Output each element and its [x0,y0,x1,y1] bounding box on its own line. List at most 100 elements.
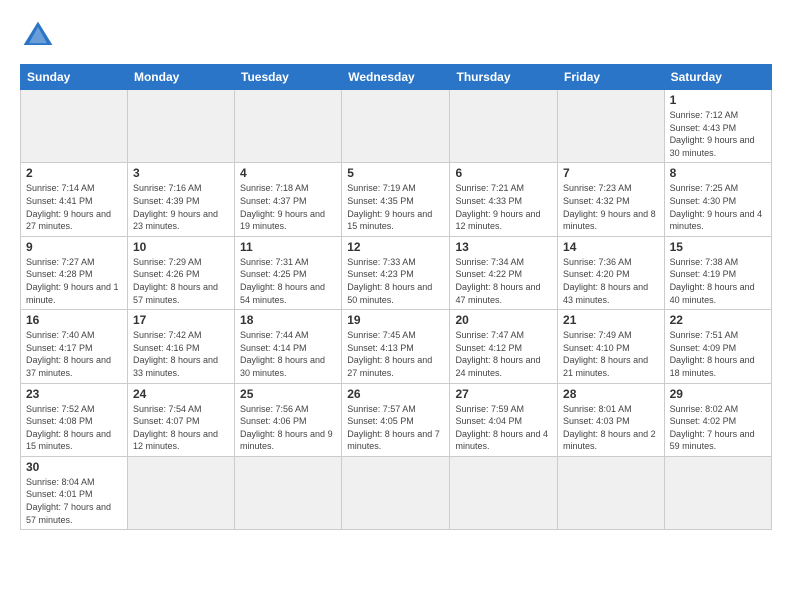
day-info: Sunrise: 8:02 AMSunset: 4:02 PMDaylight:… [670,403,766,453]
day-number: 3 [133,166,229,180]
day-info: Sunrise: 7:25 AMSunset: 4:30 PMDaylight:… [670,182,766,232]
day-info: Sunrise: 7:33 AMSunset: 4:23 PMDaylight:… [347,256,444,306]
calendar-cell [450,456,558,529]
calendar-cell [235,456,342,529]
day-number: 9 [26,240,122,254]
day-number: 16 [26,313,122,327]
day-number: 22 [670,313,766,327]
calendar-cell [21,90,128,163]
day-info: Sunrise: 7:36 AMSunset: 4:20 PMDaylight:… [563,256,659,306]
calendar-cell: 5Sunrise: 7:19 AMSunset: 4:35 PMDaylight… [342,163,450,236]
calendar-cell: 2 Sunrise: 7:14 AMSunset: 4:41 PMDaylight… [21,163,128,236]
day-number: 21 [563,313,659,327]
day-info: Sunrise: 7:27 AMSunset: 4:28 PMDaylight:… [26,256,122,306]
day-info: Sunrise: 8:01 AMSunset: 4:03 PMDaylight:… [563,403,659,453]
day-number: 7 [563,166,659,180]
day-number: 17 [133,313,229,327]
calendar-cell: 7Sunrise: 7:23 AMSunset: 4:32 PMDaylight… [558,163,665,236]
day-info: Sunrise: 7:57 AMSunset: 4:05 PMDaylight:… [347,403,444,453]
calendar-cell: 30 Sunrise: 8:04 AMSunset: 4:01 PMDayligh… [21,456,128,529]
calendar-cell: 14 Sunrise: 7:36 AMSunset: 4:20 PMDayligh… [558,236,665,309]
day-number: 18 [240,313,336,327]
day-info: Sunrise: 7:38 AMSunset: 4:19 PMDaylight:… [670,256,766,306]
week-row-2: 9 Sunrise: 7:27 AMSunset: 4:28 PMDaylight… [21,236,772,309]
calendar-cell: 19Sunrise: 7:45 AMSunset: 4:13 PMDayligh… [342,310,450,383]
calendar-cell: 20 Sunrise: 7:47 AMSunset: 4:12 PMDayligh… [450,310,558,383]
week-row-5: 30 Sunrise: 8:04 AMSunset: 4:01 PMDayligh… [21,456,772,529]
calendar-cell [342,90,450,163]
day-info: Sunrise: 7:19 AMSunset: 4:35 PMDaylight:… [347,182,444,232]
day-info: Sunrise: 7:21 AMSunset: 4:33 PMDaylight:… [455,182,552,232]
calendar-cell: 21 Sunrise: 7:49 AMSunset: 4:10 PMDayligh… [558,310,665,383]
day-info: Sunrise: 7:45 AMSunset: 4:13 PMDaylight:… [347,329,444,379]
calendar-cell [450,90,558,163]
calendar-cell: 28 Sunrise: 8:01 AMSunset: 4:03 PMDayligh… [558,383,665,456]
day-number: 30 [26,460,122,474]
day-number: 6 [455,166,552,180]
day-info: Sunrise: 7:49 AMSunset: 4:10 PMDaylight:… [563,329,659,379]
calendar-cell: 15 Sunrise: 7:38 AMSunset: 4:19 PMDayligh… [664,236,771,309]
calendar-cell: 6 Sunrise: 7:21 AMSunset: 4:33 PMDaylight… [450,163,558,236]
calendar-cell: 16 Sunrise: 7:40 AMSunset: 4:17 PMDayligh… [21,310,128,383]
week-row-3: 16 Sunrise: 7:40 AMSunset: 4:17 PMDayligh… [21,310,772,383]
calendar-cell: 27 Sunrise: 7:59 AMSunset: 4:04 PMDayligh… [450,383,558,456]
week-row-1: 2 Sunrise: 7:14 AMSunset: 4:41 PMDaylight… [21,163,772,236]
weekday-header-row: SundayMondayTuesdayWednesdayThursdayFrid… [21,65,772,90]
day-info: Sunrise: 7:42 AMSunset: 4:16 PMDaylight:… [133,329,229,379]
day-number: 15 [670,240,766,254]
weekday-tuesday: Tuesday [235,65,342,90]
weekday-saturday: Saturday [664,65,771,90]
calendar-cell: 4Sunrise: 7:18 AMSunset: 4:37 PMDaylight… [235,163,342,236]
day-number: 27 [455,387,552,401]
calendar-cell: 9 Sunrise: 7:27 AMSunset: 4:28 PMDaylight… [21,236,128,309]
day-number: 23 [26,387,122,401]
day-info: Sunrise: 7:34 AMSunset: 4:22 PMDaylight:… [455,256,552,306]
day-number: 2 [26,166,122,180]
day-number: 1 [670,93,766,107]
calendar-cell [235,90,342,163]
weekday-monday: Monday [127,65,234,90]
day-number: 14 [563,240,659,254]
calendar-cell: 24Sunrise: 7:54 AMSunset: 4:07 PMDayligh… [127,383,234,456]
day-info: Sunrise: 7:47 AMSunset: 4:12 PMDaylight:… [455,329,552,379]
calendar-body: 1 Sunrise: 7:12 AMSunset: 4:43 PMDaylight… [21,90,772,530]
calendar-cell: 10 Sunrise: 7:29 AMSunset: 4:26 PMDayligh… [127,236,234,309]
logo [20,18,60,54]
day-number: 12 [347,240,444,254]
day-info: Sunrise: 7:59 AMSunset: 4:04 PMDaylight:… [455,403,552,453]
weekday-wednesday: Wednesday [342,65,450,90]
calendar-cell: 13 Sunrise: 7:34 AMSunset: 4:22 PMDayligh… [450,236,558,309]
page: SundayMondayTuesdayWednesdayThursdayFrid… [0,0,792,540]
calendar-cell: 23Sunrise: 7:52 AMSunset: 4:08 PMDayligh… [21,383,128,456]
calendar-cell: 12 Sunrise: 7:33 AMSunset: 4:23 PMDayligh… [342,236,450,309]
weekday-sunday: Sunday [21,65,128,90]
calendar-cell: 17 Sunrise: 7:42 AMSunset: 4:16 PMDayligh… [127,310,234,383]
day-number: 29 [670,387,766,401]
day-info: Sunrise: 7:44 AMSunset: 4:14 PMDaylight:… [240,329,336,379]
calendar-cell: 25Sunrise: 7:56 AMSunset: 4:06 PMDayligh… [235,383,342,456]
week-row-4: 23Sunrise: 7:52 AMSunset: 4:08 PMDayligh… [21,383,772,456]
day-info: Sunrise: 7:12 AMSunset: 4:43 PMDaylight:… [670,109,766,159]
calendar-cell: 18 Sunrise: 7:44 AMSunset: 4:14 PMDayligh… [235,310,342,383]
day-info: Sunrise: 7:29 AMSunset: 4:26 PMDaylight:… [133,256,229,306]
calendar-cell [342,456,450,529]
day-info: Sunrise: 7:40 AMSunset: 4:17 PMDaylight:… [26,329,122,379]
calendar-cell: 26Sunrise: 7:57 AMSunset: 4:05 PMDayligh… [342,383,450,456]
day-number: 20 [455,313,552,327]
day-info: Sunrise: 7:51 AMSunset: 4:09 PMDaylight:… [670,329,766,379]
calendar-cell: 3Sunrise: 7:16 AMSunset: 4:39 PMDaylight… [127,163,234,236]
calendar-cell: 11Sunrise: 7:31 AMSunset: 4:25 PMDayligh… [235,236,342,309]
day-number: 11 [240,240,336,254]
logo-icon [20,18,56,54]
day-number: 24 [133,387,229,401]
day-number: 10 [133,240,229,254]
day-info: Sunrise: 8:04 AMSunset: 4:01 PMDaylight:… [26,476,122,526]
calendar-cell: 8Sunrise: 7:25 AMSunset: 4:30 PMDaylight… [664,163,771,236]
day-number: 4 [240,166,336,180]
weekday-friday: Friday [558,65,665,90]
day-info: Sunrise: 7:14 AMSunset: 4:41 PMDaylight:… [26,182,122,232]
day-number: 28 [563,387,659,401]
calendar-cell: 22 Sunrise: 7:51 AMSunset: 4:09 PMDayligh… [664,310,771,383]
day-number: 13 [455,240,552,254]
calendar-cell: 1 Sunrise: 7:12 AMSunset: 4:43 PMDaylight… [664,90,771,163]
